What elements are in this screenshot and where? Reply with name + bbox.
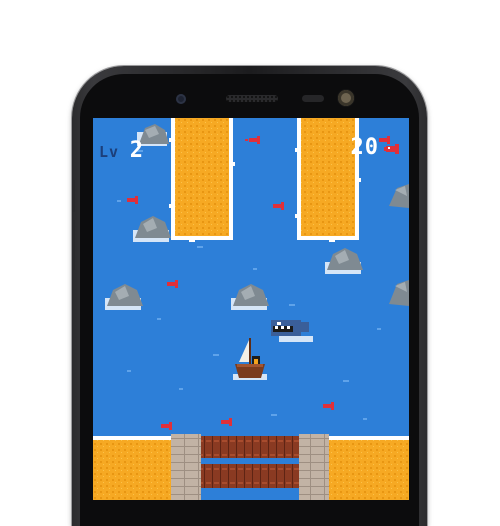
proximity-sensor — [302, 95, 324, 102]
front-camera-icon — [176, 94, 186, 104]
level-value: 2 — [129, 138, 144, 163]
earpiece-speaker — [226, 95, 278, 102]
score-value: 20 — [350, 135, 379, 160]
camera-lens-icon — [338, 90, 354, 106]
fish-icon — [384, 144, 399, 154]
wooden-dock — [201, 436, 299, 500]
phone-side-button — [72, 220, 75, 270]
level-indicator: Lv 2 — [99, 138, 144, 163]
game-canvas[interactable] — [93, 118, 409, 500]
phone-side-button — [72, 180, 75, 212]
game-screen[interactable]: Lv 2 20 — [93, 118, 409, 500]
sand-column-left — [169, 118, 235, 242]
level-label: Lv — [99, 143, 120, 161]
